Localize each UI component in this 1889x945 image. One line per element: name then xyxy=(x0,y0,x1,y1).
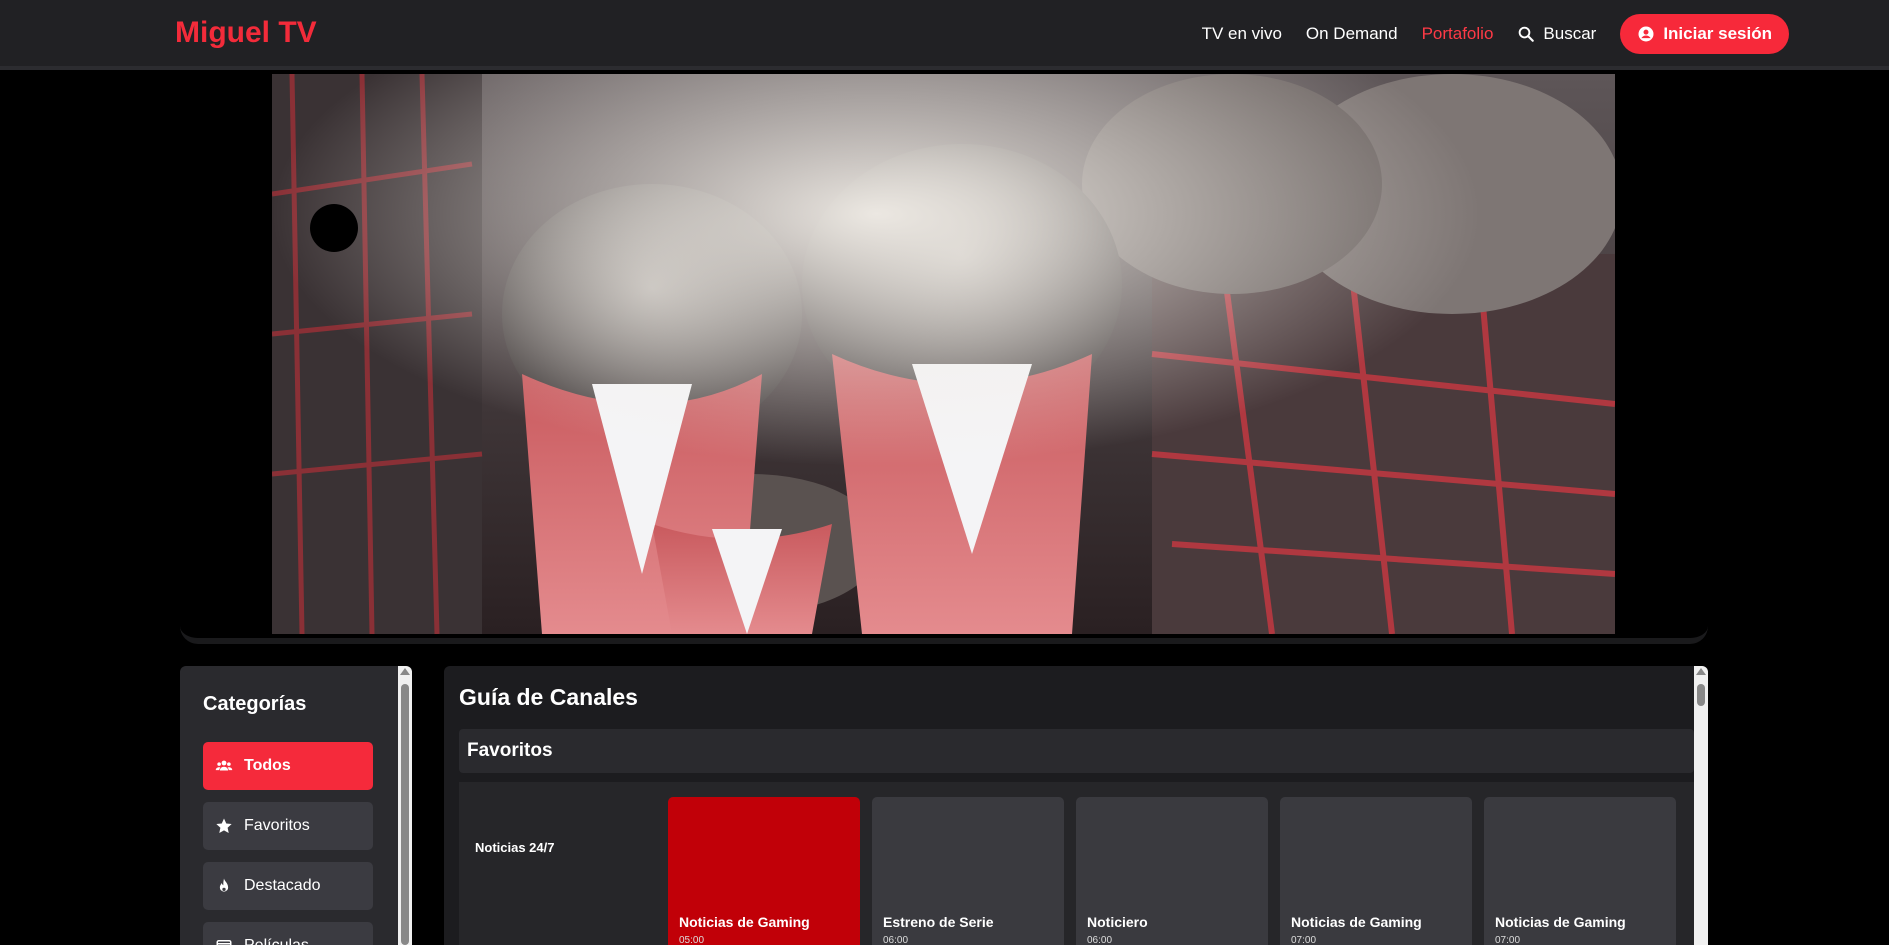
program-card[interactable]: Noticias de Gaming 07:00 xyxy=(1484,797,1676,945)
star-icon xyxy=(216,818,232,834)
search-label: Buscar xyxy=(1543,24,1597,43)
program-time: 06:00 xyxy=(883,935,909,945)
program-title: Noticiero xyxy=(1087,914,1148,930)
program-card[interactable]: Noticias de Gaming 05:00 xyxy=(668,797,860,945)
scroll-up-arrow[interactable] xyxy=(1696,668,1706,675)
search-icon xyxy=(1519,26,1535,42)
nav-tv-en-vivo[interactable]: TV en vivo xyxy=(1202,24,1282,44)
category-label: Películas xyxy=(244,937,309,945)
program-title: Noticias de Gaming xyxy=(1495,914,1626,930)
program-time: 06:00 xyxy=(1087,935,1113,945)
category-destacado[interactable]: Destacado xyxy=(203,862,373,910)
program-card[interactable]: Estreno de Serie 06:00 xyxy=(872,797,1064,945)
program-title: Noticias de Gaming xyxy=(679,914,810,930)
category-label: Todos xyxy=(244,757,291,774)
channel-name[interactable]: Noticias 24/7 xyxy=(475,840,555,855)
categories-sidebar: Categorías Todos Favoritos Destacado Pel… xyxy=(180,666,412,945)
category-peliculas[interactable]: Películas xyxy=(203,922,373,945)
category-favoritos[interactable]: Favoritos xyxy=(203,802,373,850)
program-time: 05:00 xyxy=(679,935,705,945)
channel-guide: Guía de Canales Favoritos Noticias 24/7 … xyxy=(444,666,1708,945)
search-link[interactable]: Buscar xyxy=(1517,24,1596,44)
sidebar-scrollbar[interactable] xyxy=(398,666,412,945)
video-overlay-dot xyxy=(310,204,358,252)
scroll-thumb[interactable] xyxy=(1697,684,1705,706)
category-label: Destacado xyxy=(244,877,321,894)
guide-title: Guía de Canales xyxy=(459,684,638,710)
login-button[interactable]: Iniciar sesión xyxy=(1620,14,1789,54)
film-icon xyxy=(216,940,232,945)
program-time: 07:00 xyxy=(1291,935,1317,945)
video-player[interactable] xyxy=(272,74,1615,634)
logo[interactable]: Miguel TV xyxy=(175,16,317,50)
user-circle-icon xyxy=(1638,26,1654,42)
scroll-up-arrow[interactable] xyxy=(400,668,410,675)
login-label: Iniciar sesión xyxy=(1663,24,1772,43)
category-todos[interactable]: Todos xyxy=(203,742,373,790)
program-card[interactable]: Noticiero 06:00 xyxy=(1076,797,1268,945)
main-nav: TV en vivo On Demand Portafolio Buscar I… xyxy=(1202,14,1789,54)
program-time: 07:00 xyxy=(1495,935,1521,945)
program-title: Noticias de Gaming xyxy=(1291,914,1422,930)
nav-on-demand[interactable]: On Demand xyxy=(1306,24,1398,44)
video-frame-image xyxy=(272,74,1615,634)
sidebar-title: Categorías xyxy=(203,693,307,715)
program-card[interactable]: Noticias de Gaming 07:00 xyxy=(1280,797,1472,945)
scroll-thumb[interactable] xyxy=(401,684,409,945)
category-label: Favoritos xyxy=(244,817,310,834)
channel-row: Noticias 24/7 Noticias de Gaming 05:00 E… xyxy=(459,782,1694,945)
section-title: Favoritos xyxy=(467,740,553,761)
top-header: Miguel TV TV en vivo On Demand Portafoli… xyxy=(0,0,1889,70)
guide-scrollbar[interactable] xyxy=(1694,666,1708,945)
section-header: Favoritos xyxy=(459,729,1694,773)
program-title: Estreno de Serie xyxy=(883,914,994,930)
fire-icon xyxy=(219,878,229,892)
nav-portafolio[interactable]: Portafolio xyxy=(1422,24,1494,44)
users-icon xyxy=(215,760,233,771)
